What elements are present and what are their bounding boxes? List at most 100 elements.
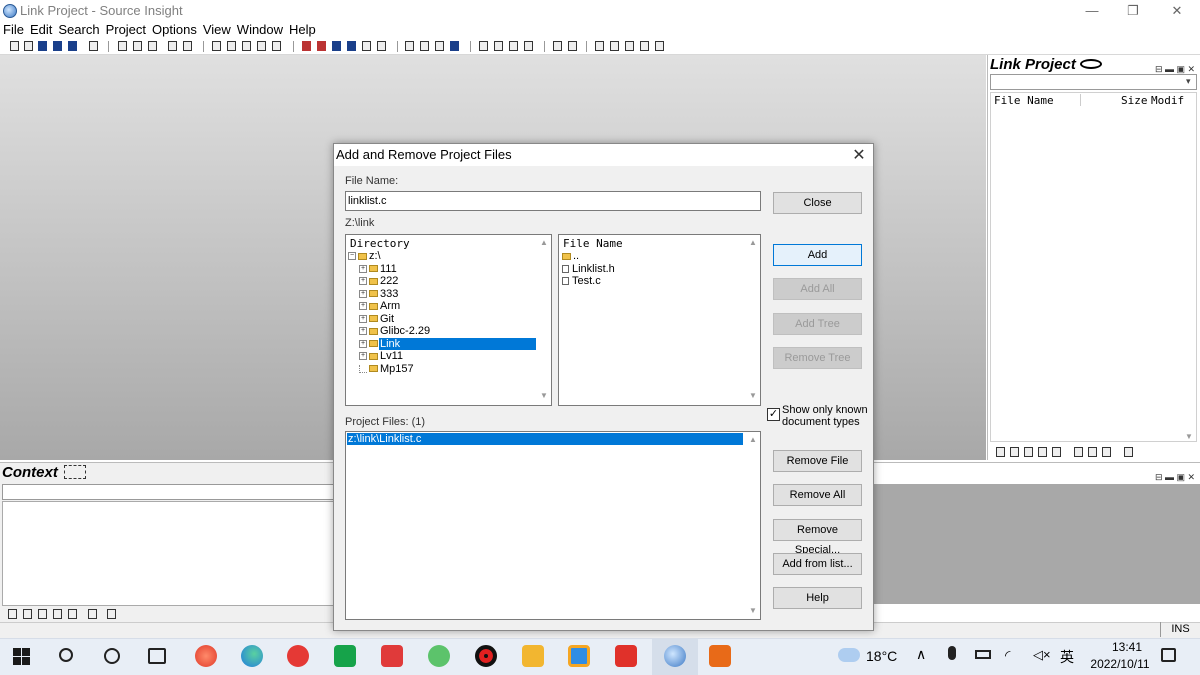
save-icon[interactable] [38,41,47,51]
layout-3-icon[interactable] [509,41,518,51]
relation-content[interactable] [874,484,1200,604]
symbol-window-icon[interactable] [8,609,17,619]
clip-list-icon[interactable] [1052,447,1061,457]
search-backward-icon[interactable] [227,41,236,51]
menu-view[interactable]: View [200,21,234,39]
help-button[interactable]: Help [773,587,862,609]
open-file-icon[interactable] [24,41,33,51]
relation-toggle-icon[interactable] [625,41,634,51]
save-all-icon[interactable] [53,41,62,51]
add-tree-button[interactable]: Add Tree [773,313,862,335]
scroll-up-icon[interactable]: ▲ [540,238,548,247]
tree-item-arm[interactable]: + Arm [348,300,538,313]
chevron-down-icon[interactable]: ▾ [1186,76,1191,87]
expand-icon[interactable]: + [359,352,367,361]
scroll-down-icon[interactable]: ▼ [1185,432,1193,441]
redo-icon[interactable] [183,41,192,51]
tree-item-111[interactable]: +111 [348,263,538,276]
column-file-name[interactable]: File Name [994,94,1054,107]
search-files-icon[interactable] [257,41,266,51]
lookup-references-icon[interactable] [553,41,562,51]
menu-search[interactable]: Search [55,21,102,39]
file-item-linklist-h[interactable]: Linklist.h [562,263,742,276]
add-all-button[interactable]: Add All [773,278,862,300]
relation-icon[interactable] [53,609,62,619]
jump-list-icon[interactable] [377,41,386,51]
add-from-list-button[interactable]: Add from list... [773,553,862,575]
context-window-icon[interactable] [23,609,32,619]
clock-date[interactable]: 2022/10/11 [1080,657,1160,671]
project-view-icon[interactable] [1080,59,1102,69]
column-modified[interactable]: Modif [1151,94,1184,107]
project-file-item[interactable]: z:\link\Linklist.c [348,433,421,445]
paste-icon[interactable] [148,41,157,51]
source-insight-taskbar-icon[interactable] [664,645,686,667]
expand-icon[interactable]: + [359,302,367,311]
close-window-button[interactable]: ✕ [1155,0,1199,21]
wifi-icon[interactable]: ◜ [1005,647,1010,664]
column-size[interactable]: Size [1121,94,1148,107]
menu-window[interactable]: Window [234,21,286,39]
tree-item-333[interactable]: +333 [348,288,538,301]
context-view-icon[interactable] [64,465,86,479]
cut-icon[interactable] [118,41,127,51]
pointer-help-icon[interactable] [568,41,577,51]
relation-icon[interactable] [450,41,459,51]
volume-icon[interactable]: ◁× [1033,647,1051,663]
weather-temperature[interactable]: 18°C [866,648,897,664]
copy-icon[interactable] [133,41,142,51]
app-spiral-icon[interactable] [195,645,217,667]
search-forward-icon[interactable] [242,41,251,51]
tree-item-mp157[interactable]: Mp157 [348,363,538,376]
scroll-down-icon[interactable]: ▼ [749,606,757,615]
layout-2-icon[interactable] [494,41,503,51]
windows-start-icon[interactable] [13,648,30,665]
project-window-icon[interactable] [595,41,604,51]
remove-file-button[interactable]: Remove File [773,450,862,472]
context-toggle-icon[interactable] [610,41,619,51]
remove-tree-button[interactable]: Remove Tree [773,347,862,369]
bookmark-list-icon[interactable] [317,41,326,51]
battery-icon[interactable] [975,650,991,659]
expand-icon[interactable]: + [359,314,367,323]
expand-icon[interactable]: + [359,289,367,298]
expand-icon[interactable]: + [359,327,367,336]
tree-item-git[interactable]: + Git [348,313,538,326]
input-language-indicator[interactable]: 英 [1060,647,1074,667]
project-doc-icon[interactable] [1102,447,1111,457]
tree-item-222[interactable]: +222 [348,275,538,288]
lock-icon[interactable] [88,609,97,619]
go-forward-icon[interactable] [347,41,356,51]
layout-4-icon[interactable] [524,41,533,51]
context-window-icon[interactable] [420,41,429,51]
restore-button[interactable]: ❐ [1111,0,1155,21]
jump-icon[interactable] [362,41,371,51]
project-file-list[interactable] [990,92,1197,442]
file-item-test-c[interactable]: Test.c [562,275,742,288]
show-known-types-checkbox[interactable]: ✓ [767,408,780,421]
weather-icon[interactable] [838,648,860,662]
close-button[interactable]: Close [773,192,862,214]
file-explorer-icon[interactable] [522,645,544,667]
close-file-icon[interactable] [68,41,77,51]
record-icon[interactable] [475,645,497,667]
category-icon[interactable] [1038,447,1047,457]
expand-icon[interactable]: + [359,277,367,286]
expand-icon[interactable]: + [359,339,367,348]
context-content[interactable] [2,501,334,606]
scroll-up-icon[interactable]: ▲ [749,435,757,444]
collapse-icon[interactable]: − [348,252,356,261]
project-filter-combo[interactable] [990,74,1197,90]
project-files-list[interactable] [345,431,761,620]
replace-icon[interactable] [272,41,281,51]
panel-settings-icon[interactable] [107,609,116,619]
layout-1-icon[interactable] [479,41,488,51]
task-view-icon[interactable] [148,648,166,664]
remove-all-button[interactable]: Remove All [773,484,862,506]
print-icon[interactable] [89,41,98,51]
clock-time[interactable]: 13:41 [1095,640,1159,654]
scroll-up-icon[interactable]: ▲ [749,238,757,247]
chevron-up-icon[interactable]: ∧ [916,646,926,663]
browse-icon[interactable] [38,609,47,619]
tree-item-root[interactable]: − z:\ [348,250,538,263]
